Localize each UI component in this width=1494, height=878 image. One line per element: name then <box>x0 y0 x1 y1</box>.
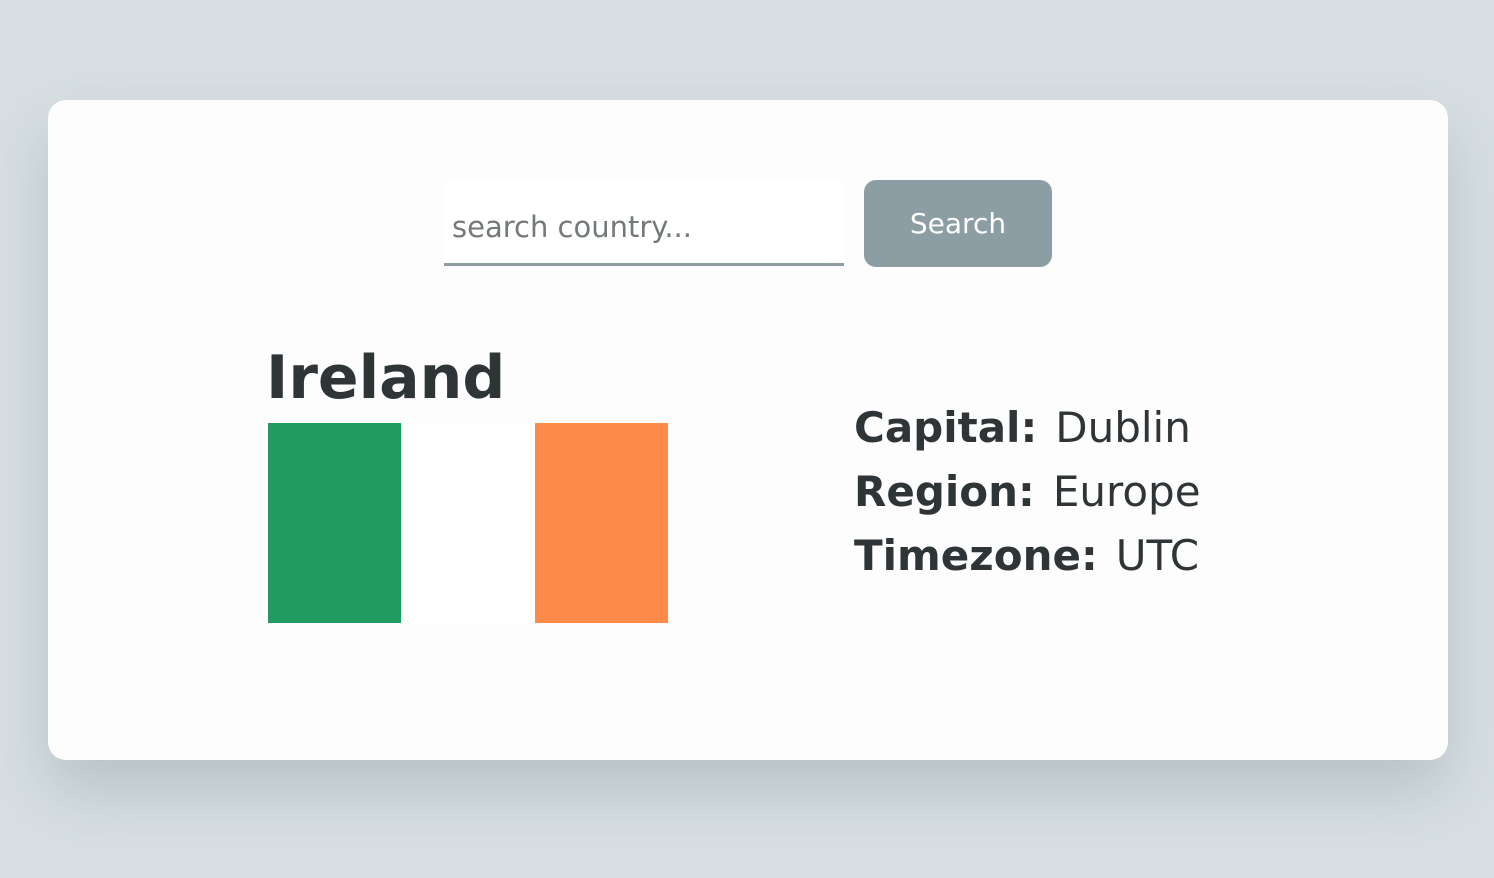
region-label: Region: <box>854 467 1035 516</box>
search-button[interactable]: Search <box>864 180 1052 267</box>
region-row: Region: Europe <box>854 460 1201 524</box>
flag-stripe-orange <box>534 423 668 623</box>
region-value: Europe <box>1052 467 1201 516</box>
country-details: Capital: Dublin Region: Europe Timezone: UT… <box>854 396 1201 588</box>
search-input[interactable] <box>444 180 844 266</box>
capital-row: Capital: Dublin <box>854 396 1201 460</box>
country-card: Search Ireland Capital: Dublin Region: Eur… <box>48 100 1448 760</box>
flag-stripe-green <box>268 423 402 623</box>
capital-value: Dublin <box>1055 403 1191 452</box>
country-name: Ireland <box>266 343 506 413</box>
timezone-label: Timezone: <box>854 531 1098 580</box>
country-flag <box>268 423 668 623</box>
timezone-value: UTC <box>1115 531 1200 580</box>
capital-label: Capital: <box>854 403 1038 452</box>
timezone-row: Timezone: UTC <box>854 524 1201 588</box>
flag-stripe-white <box>401 423 535 623</box>
